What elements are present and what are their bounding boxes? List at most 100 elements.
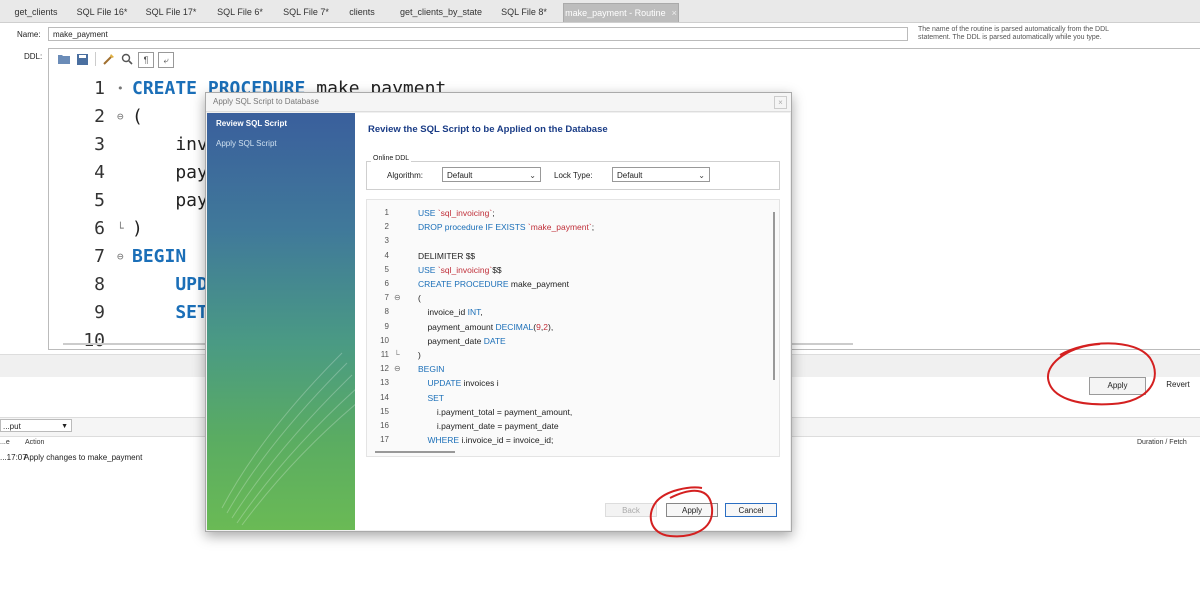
apply-routine-button[interactable]: Apply	[1089, 377, 1146, 395]
code-text: SET	[132, 299, 208, 327]
code-token: SET	[132, 302, 208, 323]
code-token: USE	[418, 208, 438, 218]
tab-make-payment-routine[interactable]: make_payment - Routine ×	[563, 3, 679, 22]
code-token: inv	[132, 134, 208, 155]
code-token: payment_date	[418, 335, 484, 346]
routine-help-text: The name of the routine is parsed automa…	[918, 26, 1109, 41]
script-vertical-scrollbar[interactable]	[773, 212, 775, 380]
close-icon[interactable]: ×	[774, 96, 787, 109]
revert-routine-button[interactable]: Revert	[1158, 377, 1198, 393]
fold-marker-icon[interactable]: ⊖	[117, 243, 124, 271]
output-column-action: Action	[25, 439, 45, 446]
invisible-chars-icon[interactable]: ¶	[138, 52, 154, 68]
code-text: BEGIN	[132, 243, 186, 271]
code-token: i.invoice_id = invoice_id;	[461, 435, 554, 446]
code-text: USE `sql_invoicing`;	[418, 206, 495, 220]
code-text: DROP procedure IF EXISTS `make_payment`;	[418, 220, 594, 234]
code-text: i.payment_date = payment_date	[418, 419, 559, 433]
name-label: Name:	[17, 30, 41, 39]
line-number: 3	[384, 236, 389, 246]
chevron-down-icon: ⌄	[698, 171, 705, 180]
save-icon[interactable]	[75, 52, 89, 66]
dialog-title-bar[interactable]: Apply SQL Script to Database ×	[206, 93, 791, 112]
fold-marker-icon[interactable]: ⊖	[394, 362, 401, 376]
fold-marker-icon[interactable]: ⊖	[117, 103, 124, 131]
code-token: )	[418, 350, 421, 360]
script-line: 1 USE `sql_invoicing`;	[367, 206, 767, 220]
code-token: DROP procedure IF EXISTS	[418, 222, 528, 233]
code-text: payment_amount DECIMAL(9,2),	[418, 320, 553, 334]
cancel-button[interactable]: Cancel	[725, 503, 777, 517]
script-line: 10 payment_date DATE	[367, 334, 767, 348]
beautify-icon[interactable]	[102, 52, 116, 66]
script-line: 5 USE `sql_invoicing`$$	[367, 263, 767, 277]
wizard-sidebar: Review SQL Script Apply SQL Script	[207, 113, 355, 530]
script-line: 7 ⊖ (	[367, 291, 767, 305]
back-button[interactable]: Back	[605, 503, 657, 517]
code-text: UPDATE invoices i	[418, 376, 498, 390]
line-number: 4	[94, 162, 105, 183]
code-token: (	[132, 106, 143, 127]
line-number: 2	[94, 106, 105, 127]
code-token: UPDATE	[418, 378, 464, 389]
code-token: `sql_invoicing`	[437, 264, 493, 275]
code-token: DECIMAL	[495, 321, 534, 332]
code-token: make_payment	[510, 279, 570, 289]
code-token: ;	[492, 208, 495, 218]
word-wrap-icon[interactable]: ⤶	[158, 52, 174, 68]
close-tab-icon[interactable]: ×	[672, 8, 677, 18]
tab-sql-file-6[interactable]: SQL File 6*	[206, 3, 274, 21]
line-number: 2	[384, 222, 389, 232]
code-text: CREATE PROCEDURE make_payment	[418, 277, 569, 291]
fold-marker-icon[interactable]: ⊖	[394, 291, 401, 305]
fold-marker-icon[interactable]: └	[117, 215, 124, 243]
code-token: DELIMITER $$	[418, 250, 476, 261]
open-folder-icon[interactable]	[57, 52, 71, 66]
apply-button[interactable]: Apply	[666, 503, 718, 517]
script-line: 2 DROP procedure IF EXISTS `make_payment`…	[367, 220, 767, 234]
routine-name-input[interactable]	[48, 27, 908, 41]
code-token: UPD	[132, 274, 208, 295]
line-number: 8	[94, 274, 105, 295]
lock-type-select[interactable]: Default ⌄	[612, 167, 710, 182]
online-ddl-legend: Online DDL	[371, 155, 412, 162]
script-line: 14 SET	[367, 391, 767, 405]
find-icon[interactable]	[120, 52, 134, 66]
editor-tab-bar: get_clients SQL File 16* SQL File 17* SQ…	[0, 0, 1200, 23]
line-number: 13	[380, 378, 389, 388]
script-line: 16 i.payment_date = payment_date	[367, 419, 767, 433]
script-line: 13 UPDATE invoices i	[367, 376, 767, 390]
algorithm-select[interactable]: Default ⌄	[442, 167, 541, 182]
script-horizontal-scrollbar[interactable]	[375, 451, 455, 453]
tab-sql-file-17[interactable]: SQL File 17*	[136, 3, 206, 21]
line-number: 4	[384, 250, 389, 260]
output-row-action: Apply changes to make_payment	[24, 453, 143, 462]
code-text: payment_date DATE	[418, 334, 505, 348]
line-number: 16	[380, 421, 389, 430]
code-text: )	[132, 215, 143, 243]
tab-clients[interactable]: clients	[338, 3, 386, 21]
tab-sql-file-16[interactable]: SQL File 16*	[68, 3, 136, 21]
fold-marker-icon[interactable]: •	[117, 75, 124, 103]
code-token: ;	[591, 222, 595, 233]
fold-marker-icon[interactable]: └	[394, 348, 400, 362]
code-text: inv	[132, 131, 208, 159]
code-text: BEGIN	[418, 362, 444, 376]
online-ddl-group: Online DDL Algorithm: Default ⌄ Lock Typ…	[366, 155, 780, 190]
code-token: $$	[492, 264, 502, 275]
sql-script-preview[interactable]: 1 USE `sql_invoicing`; 2 DROP procedure IF …	[366, 199, 780, 457]
code-token: i.payment_total = payment_amount,	[418, 406, 573, 417]
tab-sql-file-7[interactable]: SQL File 7*	[274, 3, 338, 21]
code-token: USE	[418, 264, 438, 275]
line-number: 12	[380, 364, 389, 374]
code-text: SET	[418, 391, 444, 405]
line-number: 7	[94, 246, 105, 267]
tab-get-clients-by-state[interactable]: get_clients_by_state	[392, 3, 490, 21]
code-text: )	[418, 348, 421, 362]
line-number: 17	[380, 435, 389, 445]
code-token: WHERE	[418, 435, 462, 446]
tab-sql-file-8[interactable]: SQL File 8*	[494, 3, 554, 21]
tab-get-clients[interactable]: get_clients	[4, 3, 68, 21]
output-type-select[interactable]: ...put ▼	[0, 419, 72, 432]
code-token: pay	[132, 190, 208, 211]
